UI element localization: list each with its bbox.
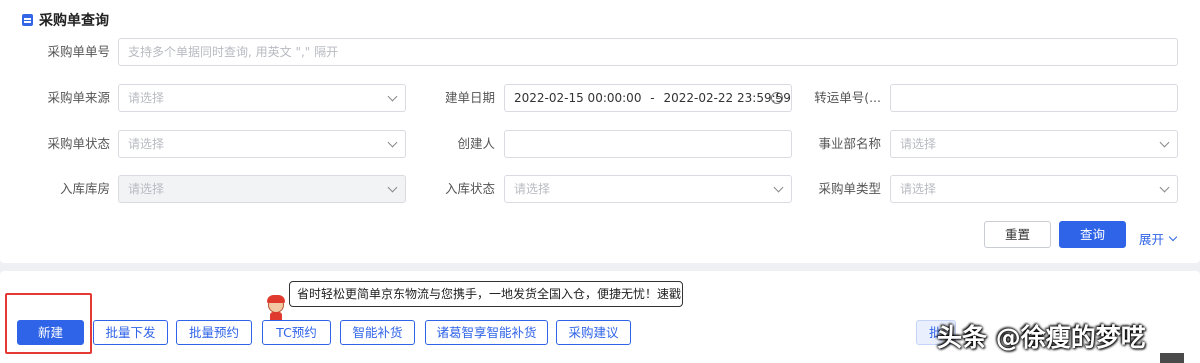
date-start: 2022-02-15 00:00:00 [514, 91, 642, 105]
document-icon [22, 14, 33, 26]
search-panel: 采购单查询 采购单单号 支持多个单据同时查询, 用英文 "," 隔开 采购单来源… [0, 0, 1200, 263]
division-select[interactable]: 请选择 [890, 130, 1178, 158]
tc-appointment-button[interactable]: TC预约 [262, 320, 331, 345]
mascot-hat [267, 295, 285, 303]
po-number-input[interactable]: 支持多个单据同时查询, 用英文 "," 隔开 [118, 38, 1178, 66]
po-source-label: 采购单来源 [47, 90, 110, 105]
chevron-down-icon [1159, 137, 1170, 148]
mascot-icon[interactable] [265, 295, 287, 321]
transfer-no-input[interactable] [890, 84, 1178, 112]
watermark-text: 头条 @徐瘦的梦呓 [937, 323, 1146, 352]
po-type-select[interactable]: 请选择 [890, 175, 1178, 203]
po-number-label: 采购单单号 [47, 44, 110, 59]
transfer-no-label: 转运单号(... [814, 90, 881, 105]
po-status-label: 采购单状态 [47, 136, 110, 151]
scrollbar[interactable] [1160, 353, 1184, 363]
warehouse-select[interactable]: 请选择 [118, 175, 406, 203]
inbound-status-select[interactable]: 请选择 [504, 175, 792, 203]
warehouse-label: 入库库房 [59, 181, 110, 196]
reset-button[interactable]: 重置 [984, 221, 1051, 248]
creator-input[interactable] [504, 130, 792, 158]
division-placeholder: 请选择 [900, 137, 937, 151]
expand-label: 展开 [1139, 232, 1165, 247]
inbound-status-label: 入库状态 [444, 181, 495, 196]
chevron-down-icon [1168, 232, 1178, 241]
expand-toggle[interactable]: 展开 [1139, 229, 1178, 248]
panel-title-text: 采购单查询 [39, 13, 109, 29]
inbound-status-placeholder: 请选择 [514, 182, 551, 196]
promo-tooltip[interactable]: 省时轻松更简单京东物流与您携手，一地发货全国入仓，便捷无忧！速戳 [289, 281, 683, 307]
query-button[interactable]: 查询 [1059, 221, 1126, 248]
created-date-range[interactable]: 2022-02-15 00:00:00 - 2022-02-22 23:59:5… [504, 84, 792, 112]
warehouse-placeholder: 请选择 [128, 182, 165, 196]
created-date-label: 建单日期 [444, 90, 495, 105]
zhuge-smart-replenish-button[interactable]: 诸葛智享智能补货 [425, 320, 548, 345]
po-status-select[interactable]: 请选择 [118, 130, 406, 158]
smart-replenish-button[interactable]: 智能补货 [340, 320, 415, 345]
panel-title: 采购单查询 [22, 10, 109, 30]
po-source-select[interactable]: 请选择 [118, 84, 406, 112]
po-source-placeholder: 请选择 [128, 91, 165, 105]
batch-appointment-button[interactable]: 批量预约 [176, 320, 252, 345]
purchase-suggestion-button[interactable]: 采购建议 [556, 320, 631, 345]
chevron-down-icon [1159, 182, 1170, 193]
batch-dispatch-button[interactable]: 批量下发 [93, 320, 168, 345]
po-number-placeholder: 支持多个单据同时查询, 用英文 "," 隔开 [128, 45, 339, 59]
po-status-placeholder: 请选择 [128, 137, 165, 151]
highlight-box [5, 293, 92, 354]
creator-label: 创建人 [457, 136, 495, 151]
date-separator: - [650, 91, 655, 105]
po-type-label: 采购单类型 [818, 181, 881, 196]
division-label: 事业部名称 [818, 136, 881, 151]
po-type-placeholder: 请选择 [900, 182, 937, 196]
